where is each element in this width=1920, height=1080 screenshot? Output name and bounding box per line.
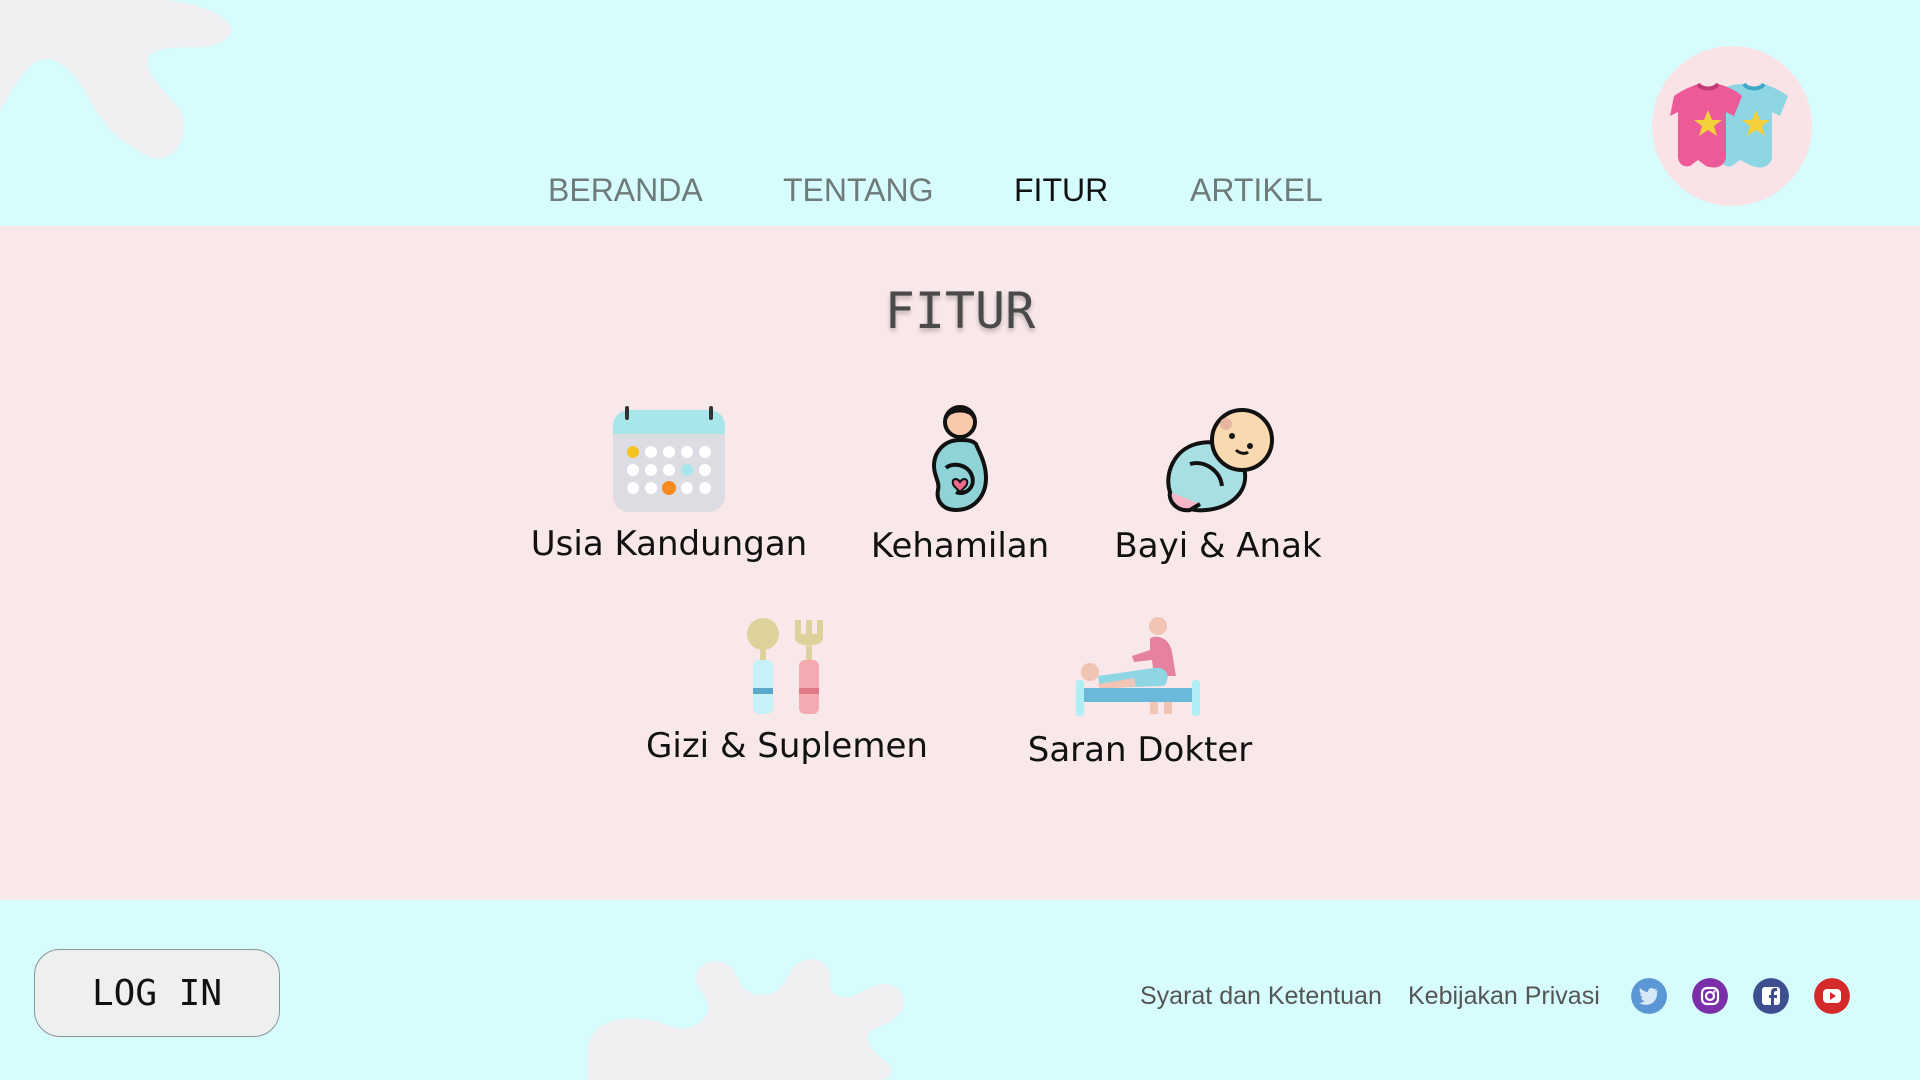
features-section: FITUR Usia Kandungan Kehamilan Bayi & An…	[0, 226, 1920, 900]
spoon-fork-icon	[747, 618, 823, 714]
site-logo[interactable]	[1652, 46, 1812, 206]
calendar-icon	[613, 406, 725, 512]
nav-item-tentang[interactable]: TENTANG	[783, 172, 934, 209]
section-title: FITUR	[884, 282, 1036, 340]
nav-item-beranda[interactable]: BERANDA	[548, 172, 703, 209]
feature-saran-dokter[interactable]: Saran Dokter	[990, 616, 1290, 770]
doctor-examination-icon	[1076, 617, 1200, 716]
nav-item-fitur[interactable]: FITUR	[1014, 172, 1108, 209]
login-button[interactable]: LOG IN	[34, 949, 280, 1037]
swaddled-baby-icon	[1166, 408, 1274, 513]
feature-usia-kandungan[interactable]: Usia Kandungan	[519, 404, 819, 564]
nav-item-artikel[interactable]: ARTIKEL	[1190, 172, 1323, 209]
feature-kehamilan[interactable]: Kehamilan	[810, 404, 1110, 566]
feature-bayi-anak[interactable]: Bayi & Anak	[1068, 404, 1368, 566]
baby-onesies-icon	[1670, 82, 1788, 168]
youtube-icon[interactable]	[1814, 978, 1850, 1014]
feature-label: Saran Dokter	[1027, 730, 1253, 770]
paint-splat-decoration	[588, 959, 905, 1080]
main-nav: BERANDA TENTANG FITUR ARTIKEL	[0, 172, 1920, 222]
feature-label: Usia Kandungan	[530, 524, 808, 564]
feature-label: Gizi & Suplemen	[646, 726, 928, 766]
pregnant-woman-icon	[931, 405, 989, 513]
twitter-icon[interactable]	[1631, 978, 1667, 1014]
privacy-link[interactable]: Kebijakan Privasi	[1408, 982, 1600, 1011]
feature-label: Kehamilan	[870, 526, 1050, 566]
terms-link[interactable]: Syarat dan Ketentuan	[1140, 982, 1382, 1011]
feature-label: Bayi & Anak	[1114, 526, 1322, 566]
footer: LOG IN Syarat dan Ketentuan Kebijakan Pr…	[0, 900, 1920, 1080]
header: BERANDA TENTANG FITUR ARTIKEL	[0, 0, 1920, 226]
instagram-icon[interactable]	[1692, 978, 1728, 1014]
facebook-icon[interactable]	[1753, 978, 1789, 1014]
feature-gizi-suplemen[interactable]: Gizi & Suplemen	[637, 616, 937, 766]
